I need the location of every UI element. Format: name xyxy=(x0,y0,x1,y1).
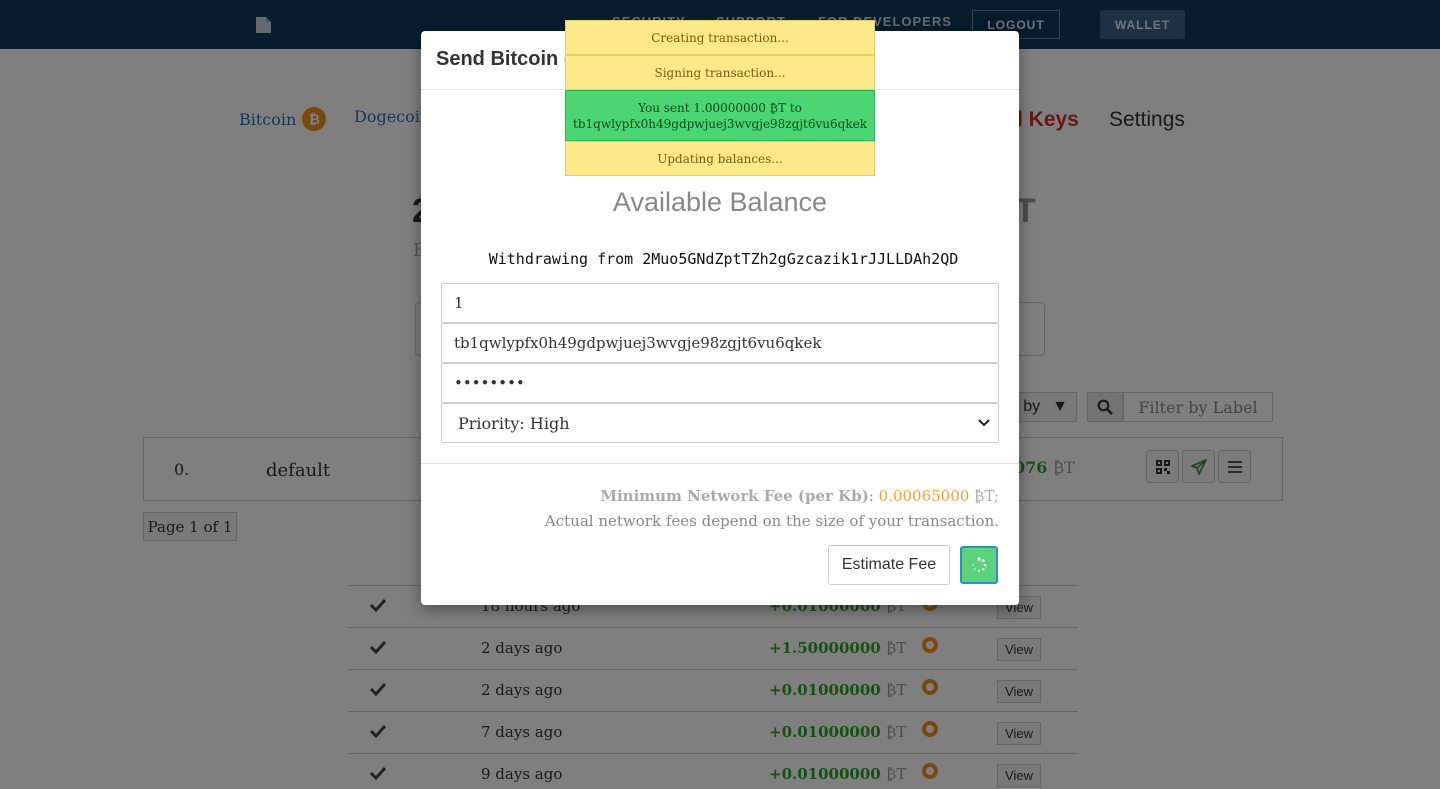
fee-colon: : xyxy=(868,487,874,505)
priority-selected: Priority: High xyxy=(458,413,570,433)
available-balance-label: Available Balance xyxy=(612,187,828,217)
min-network-fee: Minimum Network Fee (per Kb): 0.00065000… xyxy=(600,487,999,506)
notification-sent: You sent 1.00000000 ₿T to tb1qwlypfx0h49… xyxy=(565,90,875,141)
dialog-title: Send Bitcoin ( xyxy=(436,48,571,70)
fee-value: 0.00065000 xyxy=(878,487,970,505)
fee-unit: ₿T; xyxy=(974,487,999,505)
spinner-icon xyxy=(972,557,987,573)
withdraw-source: Withdrawing from 2Muo5GNdZptTZh2gGzcazik1… xyxy=(441,250,1006,268)
password-input[interactable]: •••••••• xyxy=(441,363,999,403)
withdraw-prefix: Withdrawing from xyxy=(488,250,634,268)
amount-input[interactable]: 1 xyxy=(441,283,999,323)
send-submit-button[interactable] xyxy=(960,546,998,584)
notification-creating: Creating transaction... xyxy=(565,20,875,55)
chevron-down-icon xyxy=(978,419,990,427)
notification-updating: Updating balances... xyxy=(565,141,875,176)
estimate-fee-button[interactable]: Estimate Fee xyxy=(828,545,950,585)
dialog-divider xyxy=(421,463,1019,464)
withdraw-address: 2Muo5GNdZptTZh2gGzcazik1rJJLLDAh2QD xyxy=(642,250,959,268)
recipient-address-input[interactable]: tb1qwlypfx0h49gdpwjuej3wvgje98zgjt6vu6qk… xyxy=(441,323,999,363)
fee-label: Minimum Network Fee (per Kb) xyxy=(600,487,869,505)
notification-signing: Signing transaction... xyxy=(565,55,875,90)
fee-note: Actual network fees depend on the size o… xyxy=(544,512,999,530)
priority-select[interactable]: Priority: High xyxy=(441,403,999,443)
